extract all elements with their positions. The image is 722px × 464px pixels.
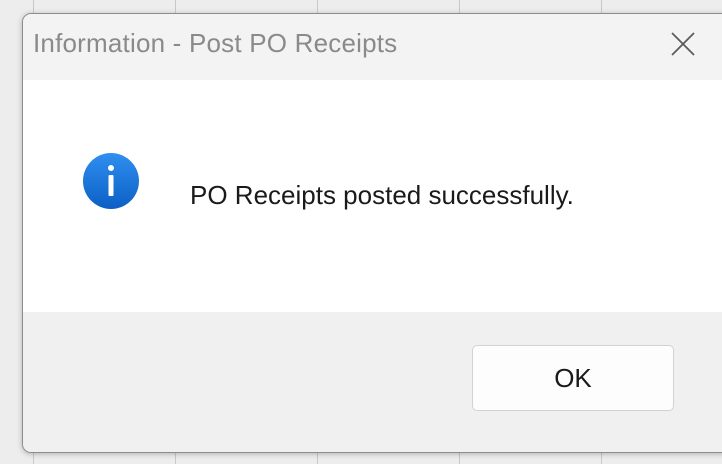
dialog-title: Information - Post PO Receipts	[33, 28, 398, 58]
info-icon	[83, 153, 139, 209]
dialog-content: PO Receipts posted successfully.	[23, 80, 722, 312]
dialog-message: PO Receipts posted successfully.	[190, 180, 574, 210]
ok-button[interactable]: OK	[472, 345, 674, 411]
dialog-titlebar: Information - Post PO Receipts	[23, 14, 722, 80]
close-icon	[671, 32, 695, 56]
information-dialog: Information - Post PO Receipts PO Receip…	[22, 13, 722, 453]
dialog-footer: OK	[23, 312, 722, 452]
close-button[interactable]	[659, 20, 707, 68]
